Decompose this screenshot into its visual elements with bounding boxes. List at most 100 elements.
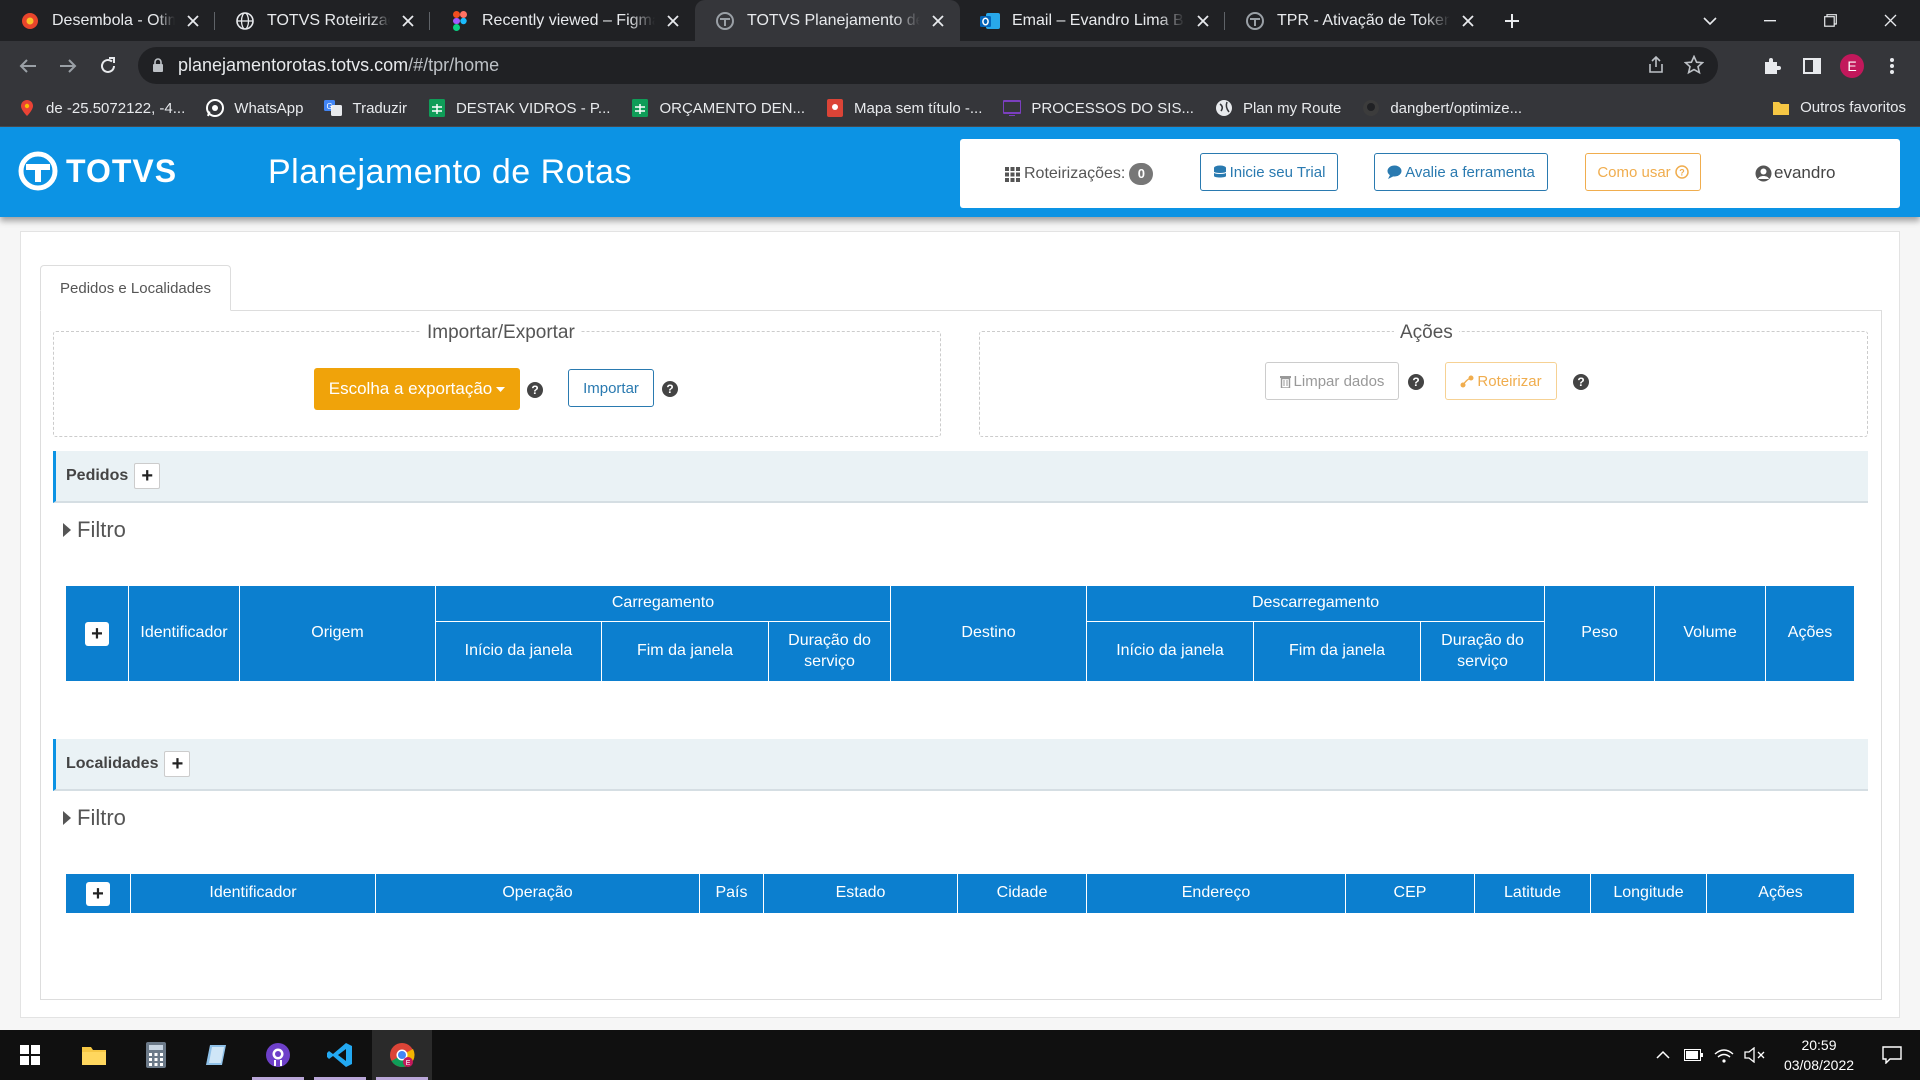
close-icon[interactable] — [183, 11, 203, 31]
column-header[interactable]: Latitude — [1474, 873, 1591, 914]
chevron-up-icon[interactable] — [1656, 1050, 1670, 1060]
column-header[interactable]: Longitude — [1590, 873, 1707, 914]
tab-search-button[interactable] — [1697, 8, 1723, 34]
column-header[interactable]: Fim da janela — [1253, 621, 1422, 682]
chrome-icon[interactable]: E — [372, 1030, 432, 1080]
close-icon[interactable] — [663, 11, 683, 31]
minimize-button[interactable] — [1740, 0, 1800, 41]
bookmark-item[interactable]: WhatsApp — [206, 99, 303, 117]
column-header[interactable]: Endereço — [1086, 873, 1346, 914]
column-header[interactable]: Início da janela — [435, 621, 602, 682]
add-order-row-button[interactable]: + — [85, 621, 109, 646]
totvs-logo[interactable]: TOTVS — [18, 151, 177, 191]
column-header[interactable]: Duração do serviço — [767, 621, 892, 682]
close-window-button[interactable] — [1860, 0, 1920, 41]
browser-tab[interactable]: Desembola - Otimize seu te — [0, 0, 215, 41]
file-explorer-icon[interactable] — [64, 1030, 124, 1080]
windows-taskbar: E 20:59 03/08/2022 — [0, 1030, 1920, 1080]
clear-data-button[interactable]: Limpar dados — [1265, 362, 1399, 400]
add-location-row-button[interactable]: + — [86, 881, 110, 906]
column-header[interactable]: Destino — [890, 585, 1088, 682]
other-bookmarks[interactable]: Outros favoritos — [1772, 99, 1906, 116]
start-trial-button[interactable]: Inicie seu Trial — [1200, 153, 1338, 191]
add-location-button[interactable]: + — [164, 751, 191, 777]
column-header[interactable]: Identificador — [128, 585, 240, 682]
column-header[interactable]: Peso — [1544, 585, 1656, 682]
export-dropdown-button[interactable]: Escolha a exportação — [314, 368, 520, 410]
orders-filter-toggle[interactable]: Filtro — [63, 517, 126, 543]
how-to-use-button[interactable]: Como usar ? — [1585, 153, 1701, 191]
menu-icon[interactable] — [1878, 52, 1906, 80]
back-button[interactable] — [14, 52, 42, 80]
help-icon[interactable]: ? — [662, 381, 678, 397]
reload-button[interactable] — [94, 52, 122, 80]
caret-down-icon — [496, 386, 506, 392]
battery-icon[interactable] — [1684, 1049, 1704, 1061]
column-header[interactable]: País — [699, 873, 764, 914]
new-tab-button[interactable] — [1490, 0, 1534, 41]
bookmark-item[interactable]: Plan my Route — [1215, 99, 1341, 117]
database-icon — [1213, 165, 1227, 178]
close-icon[interactable] — [928, 11, 948, 31]
windows-logo-icon — [20, 1045, 40, 1065]
star-icon[interactable] — [1684, 55, 1704, 75]
column-header[interactable]: Volume — [1654, 585, 1767, 682]
help-icon[interactable]: ? — [527, 382, 543, 398]
browser-tab[interactable]: Email – Evandro Lima Barbo — [960, 0, 1225, 41]
comment-icon — [1387, 165, 1402, 179]
close-icon[interactable] — [1458, 11, 1478, 31]
column-header: Ações — [1765, 585, 1856, 682]
profile-button[interactable]: E — [1838, 52, 1866, 80]
grid-icon — [1005, 166, 1020, 182]
column-header[interactable]: Identificador — [130, 873, 376, 914]
bookmark-item[interactable]: ORÇAMENTO DEN... — [631, 99, 805, 117]
help-icon[interactable]: ? — [1573, 374, 1589, 390]
side-panel-icon[interactable] — [1798, 52, 1826, 80]
forward-button[interactable] — [54, 52, 82, 80]
column-header[interactable]: Estado — [763, 873, 958, 914]
column-header[interactable]: Duração do serviço — [1420, 621, 1546, 682]
close-icon[interactable] — [398, 11, 418, 31]
column-header[interactable]: Início da janela — [1086, 621, 1255, 682]
volume-muted-icon[interactable] — [1744, 1047, 1766, 1063]
notes-icon[interactable] — [186, 1030, 246, 1080]
route-button[interactable]: Roteirizar — [1445, 362, 1557, 400]
desembola-icon — [20, 11, 40, 31]
column-header[interactable]: Origem — [239, 585, 436, 682]
column-header[interactable]: CEP — [1345, 873, 1475, 914]
share-icon[interactable] — [1646, 55, 1666, 75]
close-icon[interactable] — [1193, 11, 1213, 31]
locations-table: + Identificador Operação País Estado Cid… — [65, 873, 1855, 914]
calculator-icon[interactable] — [126, 1030, 186, 1080]
address-bar[interactable]: planejamentorotas.totvs.com/#/tpr/home — [138, 47, 1718, 84]
vscode-icon[interactable] — [310, 1030, 370, 1080]
bookmark-item[interactable]: PROCESSOS DO SIS... — [1003, 99, 1194, 117]
wifi-icon[interactable] — [1714, 1047, 1734, 1063]
help-icon[interactable]: ? — [1408, 374, 1424, 390]
system-clock[interactable]: 20:59 03/08/2022 — [1774, 1035, 1864, 1075]
extensions-icon[interactable] — [1758, 52, 1786, 80]
start-button[interactable] — [0, 1030, 60, 1080]
bookmark-item[interactable]: DESTAK VIDROS - P... — [428, 99, 610, 117]
evaluate-tool-button[interactable]: Avalie a ferramenta — [1374, 153, 1548, 191]
tab-orders-and-locations[interactable]: Pedidos e Localidades — [40, 265, 231, 311]
column-header[interactable]: Cidade — [957, 873, 1087, 914]
add-order-button[interactable]: + — [134, 463, 161, 489]
browser-tab-active[interactable]: TOTVS Planejamento de Ro — [695, 0, 960, 41]
browser-tab[interactable]: Recently viewed – Figma — [430, 0, 695, 41]
user-menu[interactable]: evandro — [1755, 163, 1835, 183]
restore-button[interactable] — [1800, 0, 1860, 41]
browser-tab[interactable]: TPR - Ativação de Token — [1225, 0, 1490, 41]
notifications-button[interactable] — [1864, 1030, 1920, 1080]
bookmark-item[interactable]: de -25.5072122, -4... — [18, 99, 185, 117]
github-desktop-icon[interactable] — [248, 1030, 308, 1080]
import-button[interactable]: Importar — [568, 369, 654, 407]
locations-filter-toggle[interactable]: Filtro — [63, 805, 126, 831]
chevron-down-icon — [1703, 17, 1717, 26]
column-header[interactable]: Operação — [375, 873, 700, 914]
browser-tab[interactable]: TOTVS Roteirização e Entreg — [215, 0, 430, 41]
bookmark-item[interactable]: G Traduzir — [324, 99, 407, 117]
bookmark-item[interactable]: dangbert/optimize... — [1362, 99, 1522, 117]
bookmark-item[interactable]: Mapa sem título -... — [826, 99, 982, 117]
column-header[interactable]: Fim da janela — [601, 621, 769, 682]
